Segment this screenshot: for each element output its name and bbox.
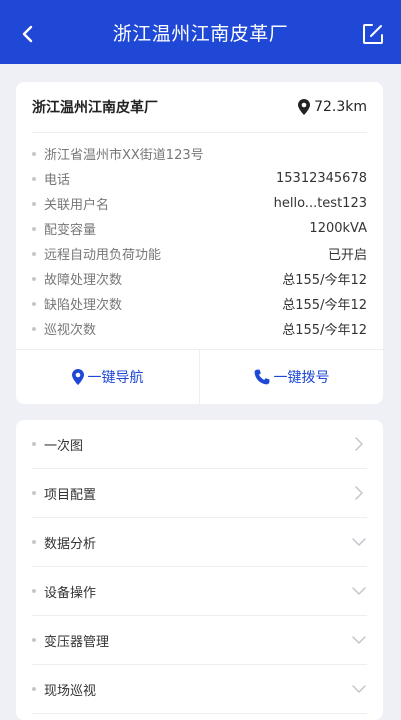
bullet-dot: [32, 687, 36, 691]
row-label: 远程自动甩负荷功能: [44, 248, 162, 263]
site-info-rows: 浙江省温州市XX街道123号 电话 15312345678 关联用户名 hell…: [16, 133, 383, 341]
menu-item-label: 一次图: [44, 438, 84, 454]
bullet-dot: [32, 491, 36, 495]
bullet-dot: [32, 326, 36, 331]
row-label: 关联用户名: [44, 198, 110, 213]
location-pin-icon: [71, 369, 84, 385]
bullet-dot: [32, 540, 36, 544]
chevron-right-icon: [351, 436, 367, 452]
bullet-dot: [32, 151, 36, 156]
row-value: 总155/今年12: [282, 273, 367, 288]
bullet-dot: [32, 589, 36, 593]
phone-icon: [254, 369, 269, 385]
menu-item-data-analysis[interactable]: 数据分析: [32, 518, 367, 567]
address-row: 浙江省温州市XX街道123号: [32, 141, 367, 166]
row-label: 电话: [44, 173, 71, 188]
bullet-dot: [32, 226, 36, 231]
info-row-load-shedding: 远程自动甩负荷功能 已开启: [32, 241, 367, 266]
bullet-dot: [32, 201, 36, 206]
app-header: 浙江温州江南皮革厂: [0, 0, 401, 64]
row-value: 15312345678: [276, 171, 367, 186]
distance: 72.3km: [298, 99, 367, 115]
address: 浙江省温州市XX街道123号: [44, 148, 204, 163]
navigate-label: 一键导航: [87, 370, 144, 386]
bullet-dot: [32, 638, 36, 642]
function-menu: 一次图 项目配置 数据分析 设备操作 变压器管理 现场巡视: [16, 420, 383, 720]
bullet-dot: [32, 176, 36, 181]
call-label: 一键拨号: [273, 370, 330, 386]
distance-value: 72.3km: [314, 99, 367, 115]
navigate-button[interactable]: 一键导航: [16, 350, 199, 404]
chevron-down-icon: [351, 534, 367, 550]
menu-item-label: 项目配置: [44, 487, 97, 503]
bullet-dot: [32, 301, 36, 306]
row-value: hello...test123: [273, 196, 367, 211]
info-row-username: 关联用户名 hello...test123: [32, 191, 367, 216]
row-label: 故障处理次数: [44, 273, 123, 288]
quick-actions: 一键导航 一键拨号: [16, 349, 383, 404]
location-pin-icon: [298, 99, 311, 115]
menu-item-single-line-diagram[interactable]: 一次图: [32, 420, 367, 469]
menu-item-transformer-management[interactable]: 变压器管理: [32, 616, 367, 665]
bullet-dot: [32, 276, 36, 281]
bullet-dot: [32, 251, 36, 256]
call-button[interactable]: 一键拨号: [199, 350, 383, 404]
row-value: 已开启: [327, 248, 367, 263]
back-arrow-icon: [22, 25, 33, 43]
menu-item-label: 数据分析: [44, 536, 97, 552]
site-name: 浙江温州江南皮革厂: [32, 100, 158, 116]
row-value: 1200kVA: [309, 221, 367, 236]
row-value: 总155/今年12: [282, 298, 367, 313]
edit-button[interactable]: [359, 20, 387, 48]
bullet-dot: [32, 442, 36, 446]
chevron-right-icon: [351, 485, 367, 501]
page-title: 浙江温州江南皮革厂: [112, 22, 289, 45]
row-label: 配变容量: [44, 223, 97, 238]
menu-item-label: 变压器管理: [44, 634, 110, 650]
site-info-header: 浙江温州江南皮革厂 72.3km: [32, 82, 367, 133]
chevron-down-icon: [351, 583, 367, 599]
menu-item-project-config[interactable]: 项目配置: [32, 469, 367, 518]
chevron-down-icon: [351, 632, 367, 648]
site-info-card: 浙江温州江南皮革厂 72.3km 浙江省温州市XX街道123号 电话 15312…: [16, 82, 383, 404]
row-label: 缺陷处理次数: [44, 298, 123, 313]
row-value: 总155/今年12: [282, 323, 367, 338]
info-row-defect-count: 缺陷处理次数 总155/今年12: [32, 291, 367, 316]
edit-icon: [363, 24, 383, 44]
info-row-patrol-count: 巡视次数 总155/今年12: [32, 316, 367, 341]
menu-item-device-operation[interactable]: 设备操作: [32, 567, 367, 616]
menu-item-field-patrol[interactable]: 现场巡视: [32, 665, 367, 714]
chevron-down-icon: [351, 681, 367, 697]
info-row-fault-count: 故障处理次数 总155/今年12: [32, 266, 367, 291]
back-button[interactable]: [14, 20, 42, 48]
menu-item-label: 设备操作: [44, 585, 97, 601]
info-row-capacity: 配变容量 1200kVA: [32, 216, 367, 241]
row-label: 巡视次数: [44, 323, 97, 338]
menu-item-label: 现场巡视: [44, 683, 97, 699]
info-row-phone: 电话 15312345678: [32, 166, 367, 191]
